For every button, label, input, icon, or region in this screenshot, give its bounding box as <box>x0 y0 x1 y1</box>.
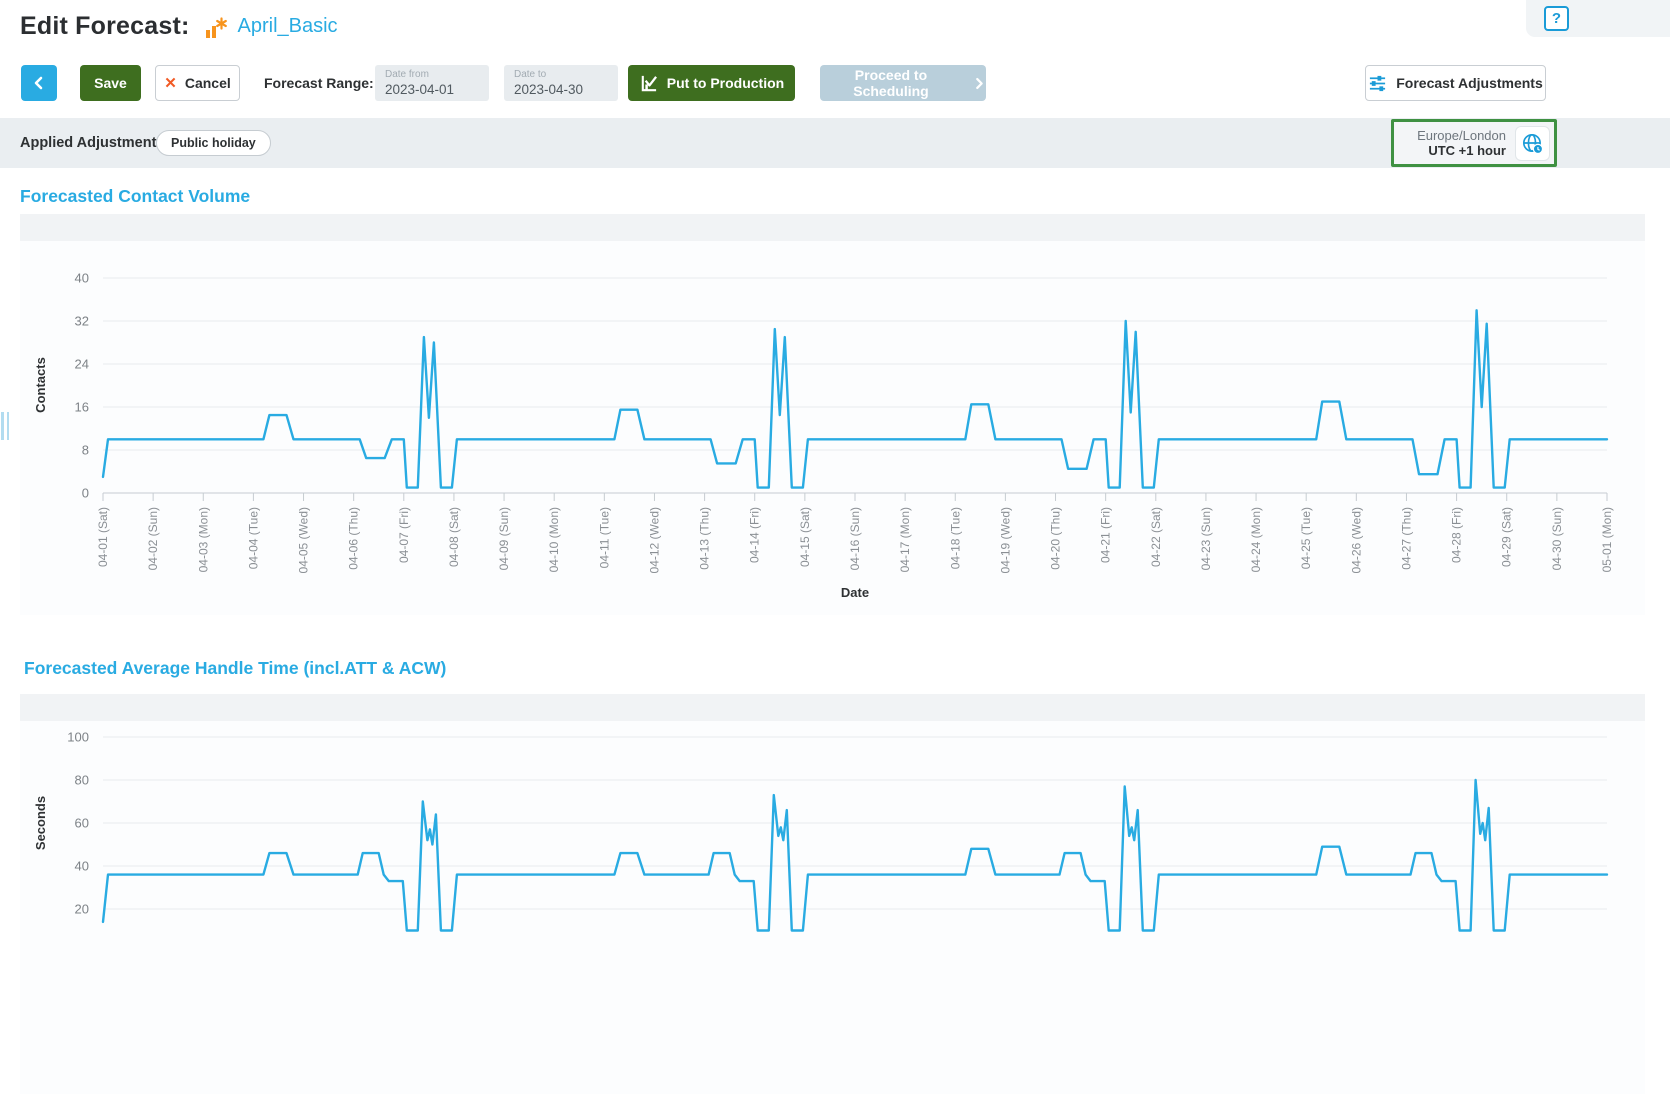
y-tick-label: 0 <box>82 486 89 501</box>
contact-volume-chart-card: 0 8 16 24 32 40 04-01 (Sat) 04-02 (Sun) 04-03 (M… <box>20 214 1645 615</box>
aht-chart-card: 20 40 60 80 100 Seconds <box>20 694 1645 1094</box>
cancel-x-icon: ✕ <box>164 74 177 92</box>
sliders-icon <box>1368 74 1387 93</box>
x-tick-label: 04-11 (Tue) <box>597 507 611 568</box>
aht-chart-canvas[interactable]: 20 40 60 80 100 Seconds <box>20 694 1645 1094</box>
x-tick-label: 04-10 (Mon) <box>547 507 561 572</box>
date-from-label: Date from <box>385 69 429 81</box>
y-tick-label: 40 <box>75 859 89 874</box>
edit-forecast-page: { "header": { "title": "Edit Forecast:",… <box>0 0 1670 941</box>
y-tick-label: 80 <box>75 773 89 788</box>
y-tick-label: 32 <box>75 314 89 329</box>
x-tick-label: 04-03 (Mon) <box>196 507 210 572</box>
x-tick-label: 04-26 (Wed) <box>1349 507 1363 573</box>
x-tick-label: 04-24 (Mon) <box>1249 507 1263 572</box>
y-tick-label: 40 <box>75 271 89 286</box>
forecast-range-label: Forecast Range: <box>264 65 376 101</box>
x-tick-label: 04-12 (Wed) <box>647 507 661 573</box>
x-tick-label: 04-02 (Sun) <box>146 507 160 570</box>
page-header: Edit Forecast: April_Basic <box>20 12 338 41</box>
date-to-label: Date to <box>514 69 546 81</box>
contact-volume-chart-title: Forecasted Contact Volume <box>20 186 250 207</box>
x-tick-label: 04-28 (Fri) <box>1450 507 1464 563</box>
x-tick-label: 04-20 (Thu) <box>1049 507 1063 570</box>
x-tick-label: 04-15 (Sat) <box>798 507 812 567</box>
x-axis-label: Date <box>841 585 869 600</box>
x-tick-label: 04-25 (Tue) <box>1299 507 1313 569</box>
y-tick-label: 16 <box>75 400 89 415</box>
page-title: Edit Forecast: <box>20 12 190 41</box>
x-tick-label: 04-19 (Wed) <box>998 507 1012 573</box>
back-button[interactable] <box>21 65 57 101</box>
help-icon[interactable]: ? <box>1544 6 1569 31</box>
x-tick-label: 04-23 (Sun) <box>1199 507 1213 570</box>
date-from-value: 2023-04-01 <box>385 82 454 97</box>
date-to-value: 2023-04-30 <box>514 82 583 97</box>
x-tick-label: 04-06 (Thu) <box>347 507 361 570</box>
cancel-label: Cancel <box>185 75 231 91</box>
y-tick-label: 60 <box>75 816 89 831</box>
x-tick-label: 04-01 (Sat) <box>96 507 110 567</box>
chevron-left-icon <box>31 75 47 91</box>
y-tick-label: 100 <box>67 730 89 745</box>
x-tick-label: 05-01 (Mon) <box>1600 507 1614 572</box>
proceed-label: Proceed to Scheduling <box>820 67 962 99</box>
y-axis-label: Seconds <box>33 796 48 850</box>
x-tick-label: 04-07 (Fri) <box>397 507 411 563</box>
put-to-production-label: Put to Production <box>667 75 784 91</box>
timezone-zone: Europe/London <box>1417 128 1506 143</box>
production-chart-check-icon <box>639 74 658 93</box>
y-tick-label: 24 <box>75 357 89 372</box>
date-to-field[interactable]: Date to 2023-04-30 <box>504 65 618 101</box>
x-tick-label: 04-08 (Sat) <box>447 507 461 567</box>
y-axis-label: Contacts <box>33 357 48 413</box>
x-tick-label: 04-09 (Sun) <box>497 507 511 570</box>
help-panel: ? <box>1526 0 1670 37</box>
x-tick-label: 04-27 (Thu) <box>1399 507 1413 570</box>
x-tick-label: 04-22 (Sat) <box>1149 507 1163 567</box>
timezone-box: Europe/London UTC +1 hour <box>1391 119 1557 167</box>
put-to-production-button[interactable]: Put to Production <box>628 65 795 101</box>
applied-adjustments-label: Applied Adjustments: <box>20 118 169 168</box>
forecast-adjustments-label: Forecast Adjustments <box>1396 75 1543 91</box>
y-tick-label: 20 <box>75 902 89 917</box>
x-tick-label: 04-21 (Fri) <box>1099 507 1113 563</box>
forecast-name-link[interactable]: April_Basic <box>238 15 338 38</box>
timezone-offset: UTC +1 hour <box>1417 143 1506 158</box>
forecast-series-line <box>103 310 1607 487</box>
x-tick-label: 04-17 (Mon) <box>898 507 912 572</box>
chevron-right-icon <box>972 76 986 91</box>
forecast-chart-icon <box>204 17 228 41</box>
x-tick-label: 04-29 (Sat) <box>1500 507 1514 567</box>
x-tick-label: 04-04 (Tue) <box>246 507 260 569</box>
globe-icon <box>1521 132 1544 155</box>
date-from-field[interactable]: Date from 2023-04-01 <box>375 65 489 101</box>
timezone-text: Europe/London UTC +1 hour <box>1417 128 1506 158</box>
proceed-to-scheduling-button[interactable]: Proceed to Scheduling <box>820 65 986 101</box>
x-tick-label: 04-05 (Wed) <box>297 507 311 573</box>
x-tick-label: 04-16 (Sun) <box>848 507 862 570</box>
save-button[interactable]: Save <box>80 65 141 101</box>
x-tick-label: 04-14 (Fri) <box>748 507 762 563</box>
y-tick-label: 8 <box>82 443 89 458</box>
cancel-button[interactable]: ✕ Cancel <box>155 65 240 101</box>
timezone-globe-button[interactable] <box>1515 126 1550 161</box>
x-tick-label: 04-13 (Thu) <box>698 507 712 570</box>
forecast-adjustments-button[interactable]: Forecast Adjustments <box>1365 65 1546 101</box>
aht-chart-title: Forecasted Average Handle Time (incl.ATT… <box>24 658 446 679</box>
adjustment-chip-public-holiday[interactable]: Public holiday <box>156 130 271 156</box>
contact-volume-chart-canvas[interactable]: 0 8 16 24 32 40 04-01 (Sat) 04-02 (Sun) 04-03 (M… <box>20 214 1645 615</box>
x-tick-label: 04-18 (Tue) <box>948 507 962 569</box>
x-tick-label: 04-30 (Sun) <box>1550 507 1564 570</box>
drawer-handle[interactable] <box>1 412 10 440</box>
forecast-series-line <box>103 780 1607 931</box>
